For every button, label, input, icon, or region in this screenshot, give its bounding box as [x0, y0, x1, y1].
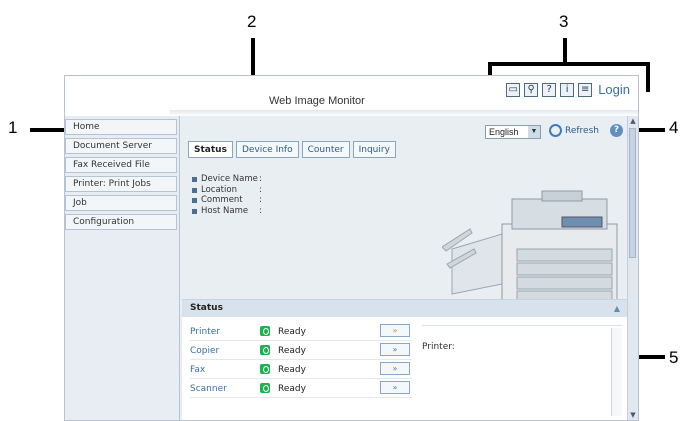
- device-name-row: Device Name :: [192, 174, 262, 185]
- web-image-monitor-window: Web Image Monitor ▭ ⚲ ? i ≡ Login Home D…: [64, 75, 639, 421]
- status-row-copier: Copier Ready »: [190, 342, 412, 360]
- status-row-name[interactable]: Printer: [190, 327, 220, 337]
- callout-3-line: [563, 38, 567, 64]
- help-button[interactable]: ?: [610, 124, 623, 137]
- status-row-scanner: Scanner Ready »: [190, 380, 412, 398]
- scroll-down-icon[interactable]: ▼: [628, 410, 638, 420]
- language-value: English: [489, 127, 519, 137]
- sidebar: Home Document Server Fax Received File P…: [65, 116, 180, 420]
- tab-status[interactable]: Status: [188, 141, 233, 158]
- language-select[interactable]: English ▼: [485, 125, 541, 139]
- info-icon[interactable]: i: [560, 82, 575, 97]
- message-label: Printer:: [422, 342, 455, 352]
- device-info-list: Device Name : Location : Comment : Host …: [192, 174, 262, 216]
- sidebar-item-configuration[interactable]: Configuration: [65, 214, 177, 230]
- network-icon[interactable]: ▭: [506, 82, 521, 97]
- chevron-down-icon[interactable]: ▼: [528, 126, 540, 138]
- callout-1: 1: [8, 118, 18, 137]
- tab-bar: Status Device Info Counter Inquiry: [188, 141, 396, 158]
- details-arrow-icon[interactable]: »: [380, 362, 410, 375]
- header-toolbar: ▭ ⚲ ? i ≡ Login: [506, 82, 630, 97]
- tab-inquiry[interactable]: Inquiry: [352, 141, 396, 158]
- ready-icon: [260, 326, 270, 336]
- message-box: Printer:: [422, 325, 622, 418]
- location-row: Location :: [192, 185, 262, 196]
- search-icon[interactable]: ⚲: [524, 82, 539, 97]
- bullet-icon: [192, 198, 197, 203]
- details-arrow-icon[interactable]: »: [380, 343, 410, 356]
- sidebar-item-home[interactable]: Home: [65, 119, 177, 135]
- details-arrow-icon[interactable]: »: [380, 324, 410, 337]
- refresh-button[interactable]: Refresh: [549, 124, 599, 137]
- refresh-icon: [549, 124, 562, 137]
- login-icon[interactable]: ≡: [578, 82, 593, 97]
- details-arrow-icon[interactable]: »: [380, 381, 410, 394]
- message-scrollbar[interactable]: [611, 328, 622, 416]
- page-scrollbar[interactable]: ▲ ▼: [627, 116, 638, 420]
- status-row-value: Ready: [278, 346, 306, 356]
- status-row-name[interactable]: Copier: [190, 346, 219, 356]
- ready-icon: [260, 345, 270, 355]
- status-row-value: Ready: [278, 384, 306, 394]
- collapse-icon[interactable]: ▲: [614, 300, 620, 317]
- main-panel: English ▼ Refresh ? Status Device Info C…: [180, 116, 628, 420]
- comment-row: Comment :: [192, 195, 262, 206]
- callout-5: 5: [669, 348, 679, 367]
- app-title: Web Image Monitor: [269, 95, 365, 107]
- status-row-fax: Fax Ready »: [190, 361, 412, 379]
- status-panel-header: Status ▲: [182, 300, 628, 317]
- status-row-printer: Printer Ready »: [190, 323, 412, 341]
- help-icon[interactable]: ?: [542, 82, 557, 97]
- sidebar-item-printer-print-jobs[interactable]: Printer: Print Jobs: [65, 176, 177, 192]
- callout-2: 2: [247, 12, 257, 31]
- sidebar-item-job[interactable]: Job: [65, 195, 177, 211]
- status-row-name[interactable]: Scanner: [190, 384, 227, 394]
- callout-3: 3: [559, 12, 569, 31]
- tab-counter[interactable]: Counter: [301, 141, 350, 158]
- callout-4: 4: [669, 118, 679, 137]
- scroll-up-icon[interactable]: ▲: [628, 116, 638, 126]
- printer-illustration: [442, 190, 618, 305]
- status-panel: Status ▲ Printer Ready » Copier Ready » …: [182, 299, 628, 420]
- status-row-value: Ready: [278, 327, 306, 337]
- bullet-icon: [192, 177, 197, 182]
- ready-icon: [260, 383, 270, 393]
- sidebar-item-fax-received-file[interactable]: Fax Received File: [65, 157, 177, 173]
- ready-icon: [260, 364, 270, 374]
- bullet-icon: [192, 187, 197, 193]
- header-bar: Web Image Monitor ▭ ⚲ ? i ≡ Login: [65, 76, 638, 116]
- tab-device-info[interactable]: Device Info: [235, 141, 299, 158]
- status-row-value: Ready: [278, 365, 306, 375]
- scroll-thumb[interactable]: [629, 128, 636, 258]
- login-link[interactable]: Login: [598, 82, 630, 97]
- host-name-row: Host Name :: [192, 206, 262, 217]
- refresh-label: Refresh: [565, 125, 599, 136]
- sidebar-item-document-server[interactable]: Document Server: [65, 138, 177, 154]
- bullet-icon: [192, 208, 197, 214]
- status-heading: Status: [190, 303, 223, 313]
- status-row-name[interactable]: Fax: [190, 365, 205, 375]
